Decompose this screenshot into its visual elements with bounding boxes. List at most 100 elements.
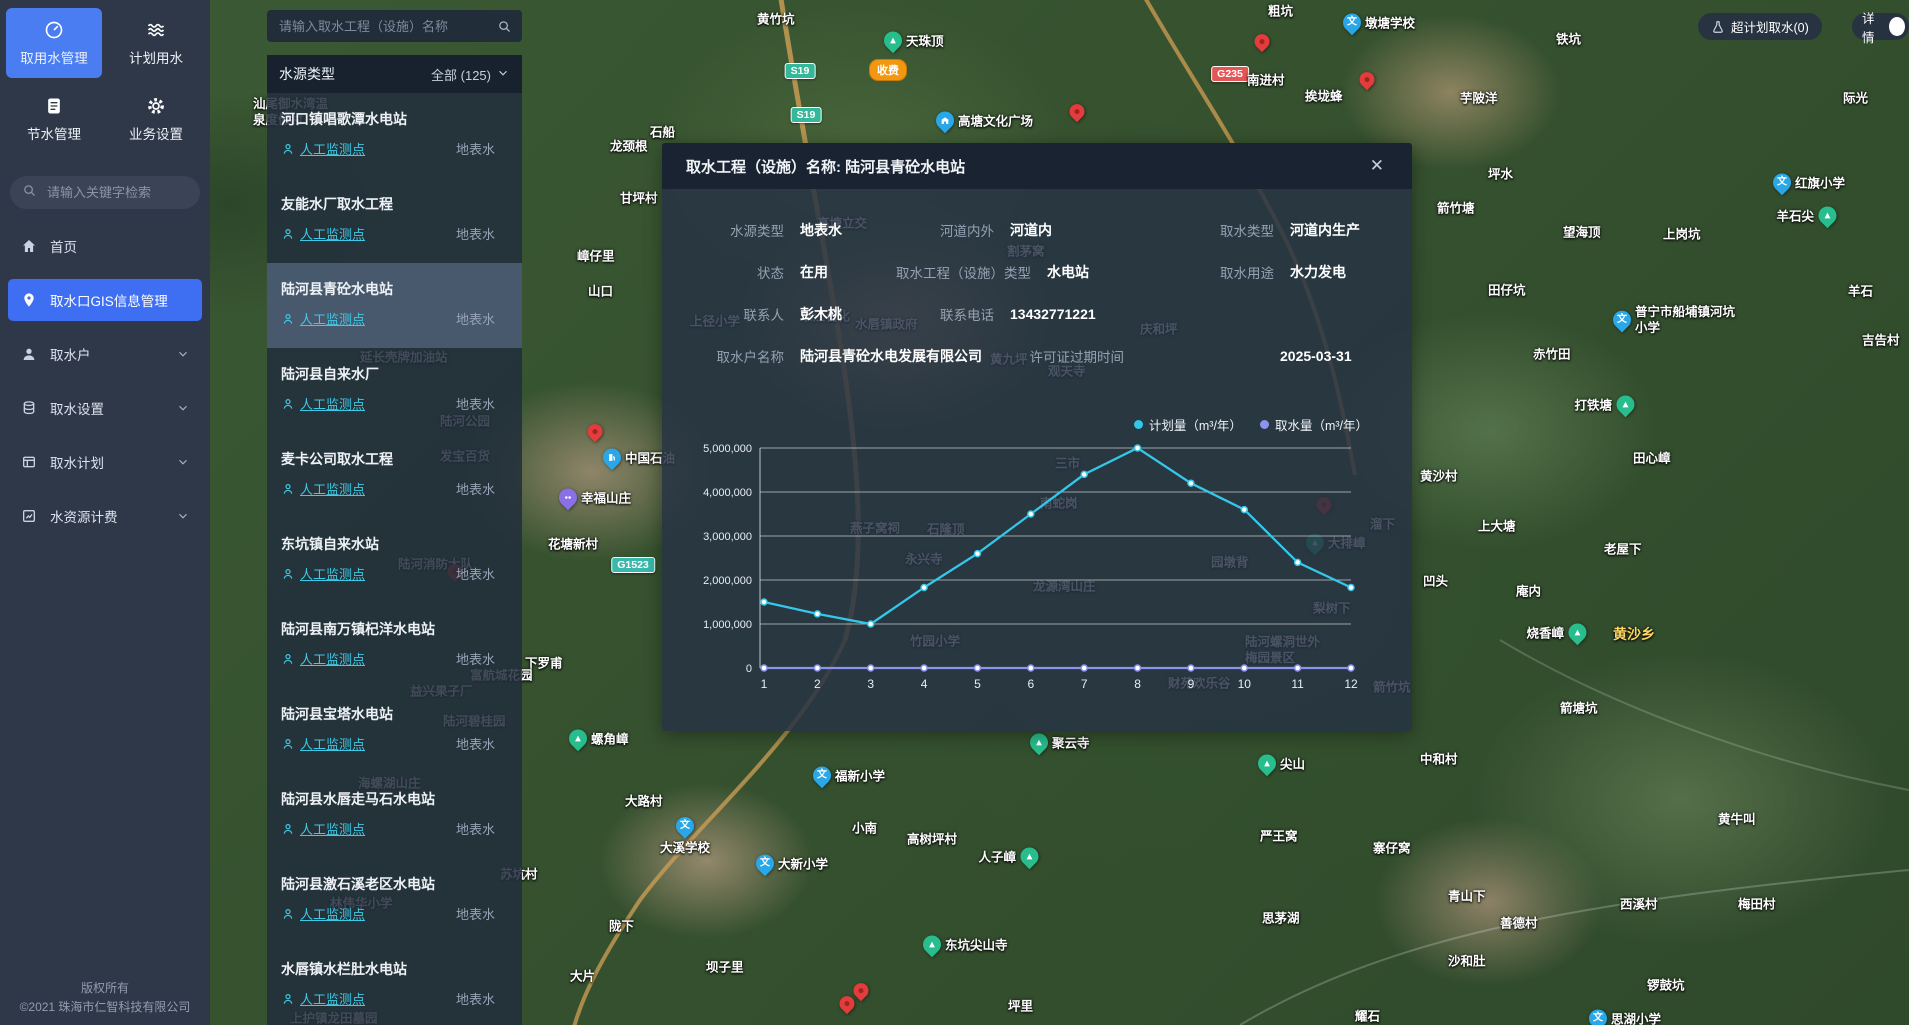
map-poi[interactable]: 烧香嶂	[1526, 623, 1586, 642]
sidebar-item-2[interactable]: 取水户	[8, 333, 202, 375]
map-poi[interactable]: 螺角嶂	[569, 729, 629, 748]
station-search[interactable]	[267, 10, 522, 42]
monitor-link[interactable]: 人工监测点	[281, 649, 365, 668]
module-button-2[interactable]: 节水管理	[6, 84, 102, 154]
detail-toggle[interactable]: 详情	[1852, 13, 1909, 40]
poi-label: 墩塘学校	[1365, 13, 1415, 32]
map-place-label: 吉告村	[1862, 330, 1900, 349]
station-list-item[interactable]: 陆河县激石溪老区水电站人工监测点地表水	[267, 858, 522, 943]
monitor-link[interactable]: 人工监测点	[281, 819, 365, 838]
map-poi[interactable]: 天珠顶	[884, 31, 944, 50]
map-poi[interactable]: 东坑尖山寺	[923, 935, 1008, 954]
station-list-item[interactable]: 陆河县自来水厂人工监测点地表水	[267, 348, 522, 433]
station-list-item[interactable]: 东坑镇自来水站人工监测点地表水	[267, 518, 522, 603]
user-icon	[20, 346, 37, 362]
field-label: 联系电话	[896, 304, 994, 324]
map-poi[interactable]: 羊石尖	[1776, 206, 1836, 225]
sidebar-item-label: 取水计划	[50, 452, 163, 472]
sidebar-item-5[interactable]: 水资源计费	[8, 495, 202, 537]
map-place-label: 善德村	[1500, 913, 1538, 932]
map-poi[interactable]: 人子嶂	[978, 847, 1038, 866]
map-place-label: 西溪村	[1620, 894, 1658, 913]
toggle-knob[interactable]	[1889, 17, 1905, 36]
station-list-item[interactable]: 陆河县南万镇杞洋水电站人工监测点地表水	[267, 603, 522, 688]
map-poi[interactable]: 文普宁市船埔镇河坑小学	[1613, 304, 1745, 337]
map-place-label: 甘坪村	[620, 188, 658, 207]
red-map-pin-icon[interactable]	[854, 983, 869, 998]
map-poi[interactable]: 文墩塘学校	[1343, 13, 1415, 32]
station-list-item[interactable]: 麦卡公司取水工程人工监测点地表水	[267, 433, 522, 518]
monitor-link[interactable]: 人工监测点	[281, 564, 365, 583]
sidebar-item-3[interactable]: 取水设置	[8, 387, 202, 429]
monitor-label: 人工监测点	[300, 734, 365, 753]
map-poi[interactable]: 文福新小学	[813, 766, 885, 785]
map-poi[interactable]: 文红旗小学	[1773, 173, 1845, 192]
search-icon[interactable]	[497, 19, 512, 34]
module-button-0[interactable]: 取用水管理	[6, 8, 102, 78]
red-map-pin-icon[interactable]	[1255, 34, 1270, 49]
resort-pin-icon	[555, 484, 580, 509]
over-plan-button[interactable]: 超计划取水(0)	[1698, 13, 1822, 40]
filter-select[interactable]: 全部 (125)	[431, 65, 510, 84]
sidebar-item-4[interactable]: 取水计划	[8, 441, 202, 483]
map-poi[interactable]: 文思湖小学	[1589, 1009, 1661, 1025]
monitor-link[interactable]: 人工监测点	[281, 479, 365, 498]
monitor-link[interactable]: 人工监测点	[281, 309, 365, 328]
monitor-link[interactable]: 人工监测点	[281, 904, 365, 923]
monitor-link[interactable]: 人工监测点	[281, 989, 365, 1008]
station-name: 河口镇唱歌潭水电站	[281, 109, 495, 129]
poi-label: 聚云寺	[1052, 733, 1090, 752]
detail-cell: 取水用途水力发电	[1176, 262, 1388, 282]
red-map-pin-icon[interactable]	[1070, 104, 1085, 119]
module-button-1[interactable]: 计划用水	[108, 8, 204, 78]
waves-icon	[146, 20, 166, 40]
red-map-pin-icon[interactable]	[588, 424, 603, 439]
geo-icon	[20, 292, 37, 308]
monitor-link[interactable]: 人工监测点	[281, 139, 365, 158]
legend-item[interactable]: 计划量（m³/年）	[1134, 415, 1242, 434]
person-icon	[281, 567, 295, 581]
close-icon[interactable]: ✕	[1366, 154, 1388, 178]
station-list-item[interactable]: 陆河县水唇走马石水电站人工监测点地表水	[267, 773, 522, 858]
map-poi[interactable]: 幸福山庄	[559, 488, 631, 507]
sidebar: 取用水管理计划用水节水管理业务设置 首页取水口GIS信息管理取水户取水设置取水计…	[0, 0, 210, 1025]
svg-text:11: 11	[1291, 677, 1304, 691]
station-name: 水唇镇水栏肚水电站	[281, 959, 495, 979]
legend-item[interactable]: 取水量（m³/年）	[1260, 415, 1368, 434]
map-poi[interactable]: 尖山	[1258, 754, 1305, 773]
module-grid: 取用水管理计划用水节水管理业务设置	[0, 0, 210, 158]
station-list-item[interactable]: 陆河县青砼水电站人工监测点地表水	[267, 263, 522, 348]
map-poi[interactable]: 文大溪学校	[660, 817, 710, 856]
monitor-link[interactable]: 人工监测点	[281, 394, 365, 413]
map-poi[interactable]: 打铁塘	[1574, 395, 1634, 414]
sidebar-search[interactable]	[10, 176, 200, 209]
legend-dot	[1134, 420, 1143, 429]
map-poi[interactable]: 文大新小学	[756, 854, 828, 873]
map-place-label: 田心嶂	[1633, 448, 1671, 467]
red-map-pin-icon[interactable]	[1360, 72, 1375, 87]
map-poi[interactable]: 聚云寺	[1030, 733, 1090, 752]
station-detail-modal: 取水工程（设施）名称: 陆河县青砼水电站 ✕ 水源类型地表水河道内外河道内取水类…	[662, 143, 1412, 731]
sidebar-search-input[interactable]	[45, 184, 188, 201]
svg-text:5: 5	[974, 677, 981, 691]
map-place-label: 凹头	[1423, 571, 1448, 590]
monitor-link[interactable]: 人工监测点	[281, 734, 365, 753]
red-map-pin-icon[interactable]	[840, 996, 855, 1011]
station-search-input[interactable]	[277, 18, 497, 35]
station-list-item[interactable]: 河口镇唱歌潭水电站人工监测点地表水	[267, 93, 522, 178]
sidebar-item-0[interactable]: 首页	[8, 225, 202, 267]
copyright: 版权所有 ©2021 珠海市仁智科技有限公司	[0, 979, 210, 1017]
station-list-item[interactable]: 陆河县宝塔水电站人工监测点地表水	[267, 688, 522, 773]
module-button-3[interactable]: 业务设置	[108, 84, 204, 154]
map-place-label: 高树坪村	[907, 829, 957, 848]
legend-dot	[1260, 420, 1269, 429]
person-icon	[281, 227, 295, 241]
monitor-link[interactable]: 人工监测点	[281, 224, 365, 243]
sidebar-item-1[interactable]: 取水口GIS信息管理	[8, 279, 202, 321]
station-list-item[interactable]: 水唇镇水栏肚水电站人工监测点地表水	[267, 943, 522, 1025]
map-poi[interactable]: 高塘文化广场	[936, 111, 1033, 130]
station-name: 陆河县水唇走马石水电站	[281, 789, 495, 809]
poi-label: 打铁塘	[1574, 395, 1612, 414]
station-list-item[interactable]: 友能水厂取水工程人工监测点地表水	[267, 178, 522, 263]
poi-label: 思湖小学	[1611, 1009, 1661, 1025]
